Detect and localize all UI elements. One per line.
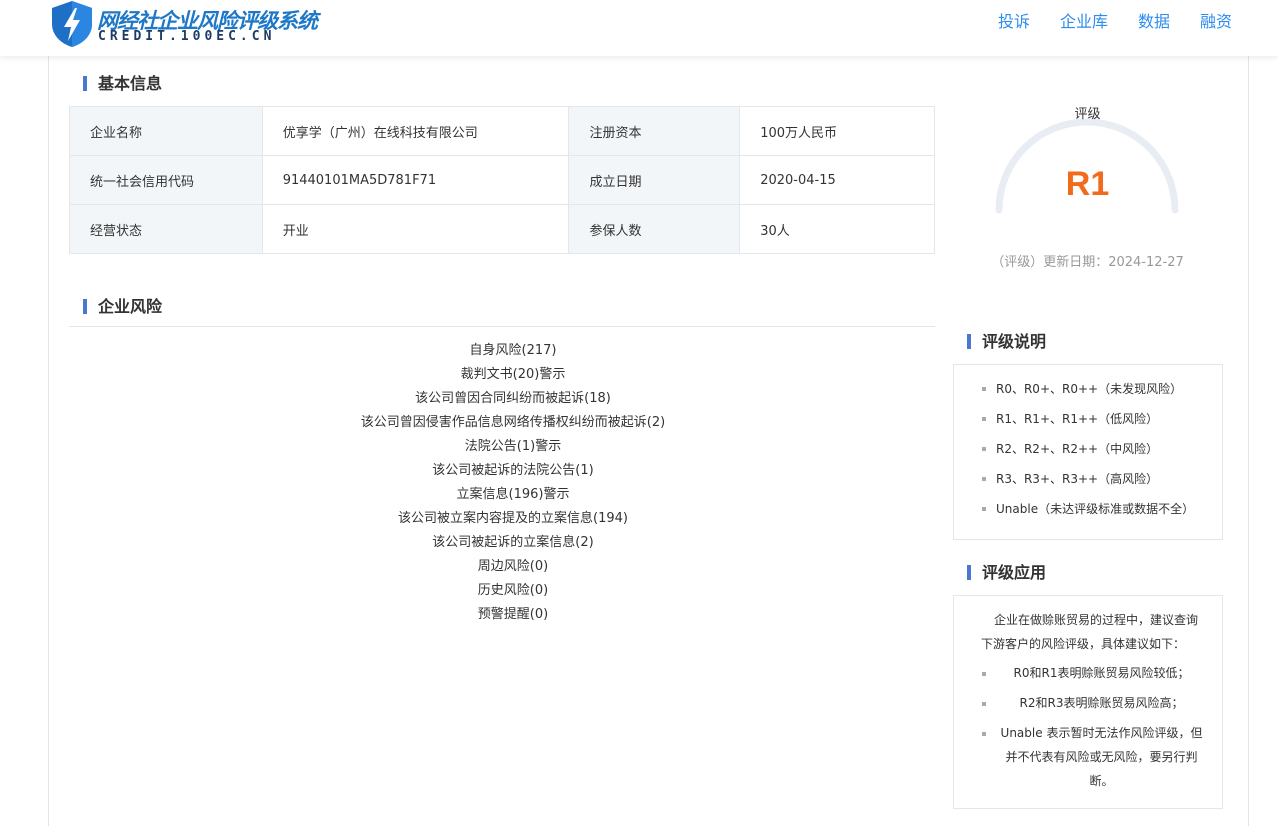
rating-update-date: （评级）更新日期：2024-12-27 — [991, 255, 1184, 270]
risk-item-case-mentioned[interactable]: 该公司被立案内容提及的立案信息(194) — [69, 509, 957, 533]
table-row: 企业名称 优享学（广州）在线科技有限公司 注册资本 100万人民币 — [69, 106, 935, 156]
application-intro: 企业在做赊账贸易的过程中，建议查询下游客户的风险评级，具体建议如下： — [981, 613, 1199, 651]
label-company-name: 企业名称 — [69, 106, 263, 156]
value-company-name: 优享学（广州）在线科技有限公司 — [261, 106, 570, 156]
label-founded-date: 成立日期 — [568, 155, 741, 205]
risk-item-history[interactable]: 历史风险(0) — [69, 581, 957, 605]
value-business-status: 开业 — [261, 204, 570, 254]
rating-label: 评级 — [1074, 107, 1101, 122]
table-row: 经营状态 开业 参保人数 30人 — [69, 204, 935, 254]
nav-data[interactable]: 数据 — [1138, 8, 1170, 32]
value-founded-date: 2020-04-15 — [739, 155, 935, 205]
value-credit-code: 91440101MA5D781F71 — [261, 155, 570, 205]
value-registered-capital: 100万人民币 — [739, 106, 935, 156]
risk-item-case-filing[interactable]: 立案信息(196)警示 — [69, 485, 957, 509]
rating-application-title: 评级应用 — [967, 563, 1046, 583]
value-insured-count: 30人 — [739, 204, 935, 254]
list-item: R2、R2+、R2++（中风险） — [954, 439, 1222, 469]
nav-company-db[interactable]: 企业库 — [1060, 8, 1108, 32]
label-registered-capital: 注册资本 — [568, 106, 741, 156]
list-item: R2和R3表明赊账贸易风险高； — [954, 688, 1222, 718]
rating-value: R1 — [1065, 165, 1110, 203]
list-item: R3、R3+、R3++（高风险） — [954, 469, 1222, 499]
divider — [69, 326, 935, 327]
risk-item-copyright-suits[interactable]: 该公司曾因侵害作品信息网络传播权纠纷而被起诉(2) — [69, 413, 957, 437]
risk-item-case-sued[interactable]: 该公司被起诉的立案信息(2) — [69, 533, 957, 557]
basic-info-title: 基本信息 — [83, 74, 162, 94]
label-credit-code: 统一社会信用代码 — [69, 155, 263, 205]
logo-subtitle: CREDIT.100EC.CN — [98, 29, 276, 44]
main-nav: 投诉 企业库 数据 融资 — [968, 8, 1232, 32]
list-item: Unable 表示暂时无法作风险评级，但并不代表有风险或无风险，要另行判断。 — [954, 718, 1222, 796]
risk-item-alerts[interactable]: 预警提醒(0) — [69, 605, 957, 629]
nav-financing[interactable]: 融资 — [1200, 8, 1232, 32]
top-bar: 网经社企业风险评级系统 CREDIT.100EC.CN 投诉 企业库 数据 融资 — [0, 0, 1278, 56]
list-item: R0、R0+、R0++（未发现风险） — [954, 379, 1222, 409]
risk-item-sued-court-notice[interactable]: 该公司被起诉的法院公告(1) — [69, 461, 957, 485]
table-row: 统一社会信用代码 91440101MA5D781F71 成立日期 2020-04… — [69, 155, 935, 205]
risk-item-self[interactable]: 自身风险(217) — [69, 341, 957, 365]
risk-title: 企业风险 — [83, 297, 162, 317]
rating-gauge: 评级 R1 — [985, 95, 1190, 265]
shield-bolt-icon — [52, 1, 92, 47]
rating-explanation-title: 评级说明 — [967, 332, 1046, 352]
risk-item-court-notice[interactable]: 法院公告(1)警示 — [69, 437, 957, 461]
list-item: R1、R1+、R1++（低风险） — [954, 409, 1222, 439]
risk-item-surrounding[interactable]: 周边风险(0) — [69, 557, 957, 581]
site-logo[interactable]: 网经社企业风险评级系统 CREDIT.100EC.CN — [50, 0, 318, 48]
risk-item-contract-suits[interactable]: 该公司曾因合同纠纷而被起诉(18) — [69, 389, 957, 413]
list-item: R0和R1表明赊账贸易风险较低； — [954, 658, 1222, 688]
label-insured-count: 参保人数 — [568, 204, 741, 254]
list-item: Unable（未达评级标准或数据不全） — [954, 499, 1222, 529]
risk-list: 自身风险(217) 裁判文书(20)警示 该公司曾因合同纠纷而被起诉(18) 该… — [69, 341, 957, 629]
nav-complaint[interactable]: 投诉 — [998, 8, 1030, 32]
basic-info-table: 企业名称 优享学（广州）在线科技有限公司 注册资本 100万人民币 统一社会信用… — [69, 106, 935, 254]
rating-explanation-box: R0、R0+、R0++（未发现风险） R1、R1+、R1++（低风险） R2、R… — [953, 364, 1223, 540]
rating-application-box: 企业在做赊账贸易的过程中，建议查询下游客户的风险评级，具体建议如下： R0和R1… — [953, 595, 1223, 809]
risk-item-judgments[interactable]: 裁判文书(20)警示 — [69, 365, 957, 389]
label-business-status: 经营状态 — [69, 204, 263, 254]
